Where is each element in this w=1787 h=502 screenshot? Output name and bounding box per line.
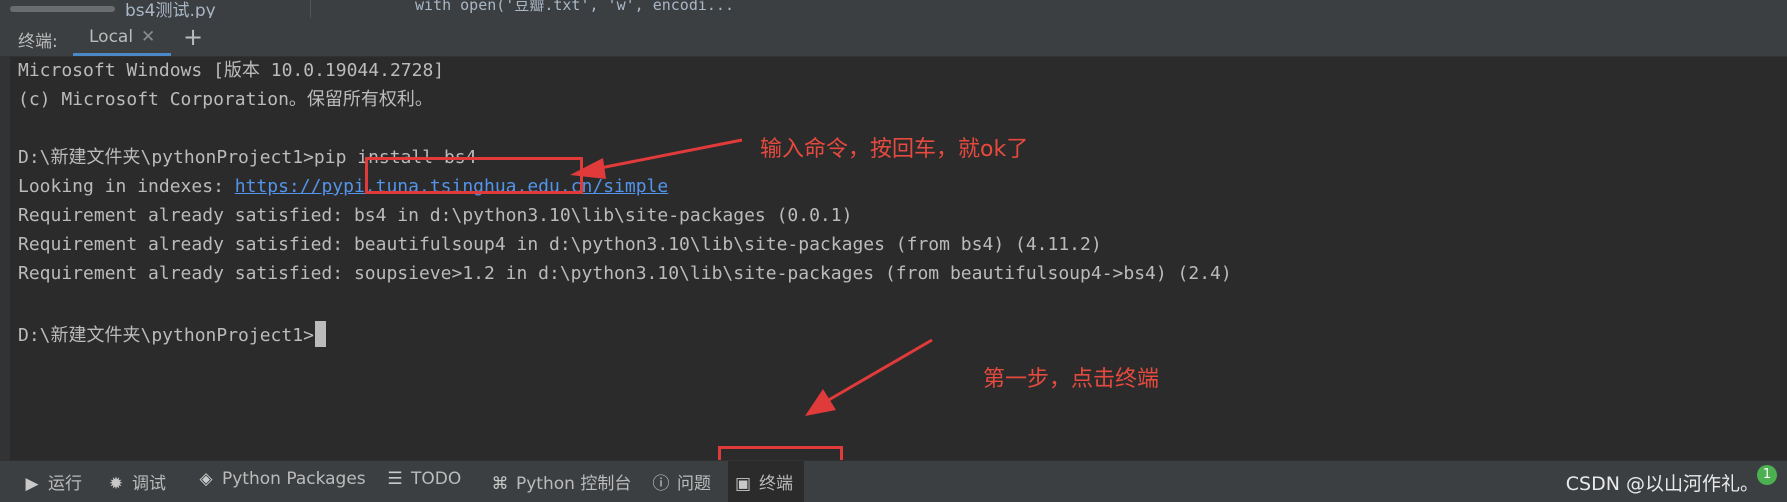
notification-badge[interactable]: 1 bbox=[1757, 465, 1777, 485]
index-prefix: Looking in indexes: bbox=[18, 176, 235, 197]
python-packages-label: Python Packages bbox=[222, 469, 366, 489]
text-cursor bbox=[314, 321, 326, 347]
list-icon: ☰ bbox=[387, 469, 403, 489]
bug-icon: ✹ bbox=[108, 474, 124, 494]
active-tab-underline bbox=[73, 53, 171, 56]
top-strip: bs4测试.py with open('豆瓣.txt', 'w', encodi… bbox=[0, 0, 1787, 18]
editor-tab-blur bbox=[10, 6, 115, 12]
editor-code-snippet: with open('豆瓣.txt', 'w', encodi... bbox=[415, 0, 734, 14]
terminal-line: (c) Microsoft Corporation。保留所有权利。 bbox=[18, 89, 433, 110]
problems-button[interactable]: ⓘ 问题 bbox=[651, 469, 712, 494]
todo-label: TODO bbox=[411, 469, 462, 489]
terminal-icon: ▣ bbox=[734, 474, 752, 494]
divider bbox=[310, 0, 311, 18]
python-console-label: Python 控制台 bbox=[516, 474, 632, 494]
run-tool-button[interactable]: ▶ 运行 bbox=[22, 469, 82, 494]
debug-label: 调试 bbox=[132, 474, 166, 494]
python-console-button[interactable]: ⌘ Python 控制台 bbox=[490, 469, 632, 494]
terminal-label-bottom: 终端 bbox=[759, 474, 793, 494]
terminal-line: Requirement already satisfied: beautiful… bbox=[18, 234, 1102, 255]
python-icon: ⌘ bbox=[491, 474, 509, 494]
terminal-line: Microsoft Windows [版本 10.0.19044.2728] bbox=[18, 60, 445, 81]
python-packages-button[interactable]: ◈ Python Packages bbox=[196, 469, 366, 493]
bottom-tool-window-bar: ▶ 运行 ✹ 调试 ◈ Python Packages ☰ TODO ⌘ Python 控… bbox=[0, 460, 1787, 502]
terminal-tab-bar: 终端: Local ✕ + bbox=[0, 18, 1787, 57]
prompt-text: D:\新建文件夹\pythonProject1> bbox=[18, 325, 314, 346]
terminal-line: Requirement already satisfied: bs4 in d:… bbox=[18, 205, 853, 226]
editor-file-tab[interactable]: bs4测试.py bbox=[125, 0, 216, 18]
todo-button[interactable]: ☰ TODO bbox=[385, 469, 461, 493]
annotation-command: 输入命令，按回车，就ok了 bbox=[760, 137, 1029, 162]
terminal-prompt-line[interactable]: D:\新建文件夹\pythonProject1> bbox=[18, 321, 326, 347]
terminal-label: 终端: bbox=[18, 32, 58, 52]
run-label: 运行 bbox=[48, 474, 82, 494]
command-highlight-box bbox=[365, 157, 583, 194]
close-icon[interactable]: ✕ bbox=[141, 27, 155, 47]
warning-icon: ⓘ bbox=[652, 474, 670, 494]
tab-local-label: Local bbox=[89, 27, 134, 47]
tab-local[interactable]: Local ✕ bbox=[73, 18, 171, 56]
csdn-watermark: CSDN @以山河作礼。 bbox=[1565, 473, 1759, 495]
terminal-output[interactable]: Microsoft Windows [版本 10.0.19044.2728] (… bbox=[18, 60, 1778, 458]
terminal-line: Requirement already satisfied: soupsieve… bbox=[18, 263, 1232, 284]
layers-icon: ◈ bbox=[199, 469, 213, 489]
annotation-step: 第一步，点击终端 bbox=[983, 367, 1160, 392]
side-gutter bbox=[0, 56, 10, 460]
add-terminal-button[interactable]: + bbox=[183, 23, 203, 51]
debug-tool-button[interactable]: ✹ 调试 bbox=[106, 469, 166, 494]
problems-label: 问题 bbox=[677, 474, 711, 494]
play-icon: ▶ bbox=[25, 474, 39, 494]
terminal-tool-button[interactable]: ▣ 终端 bbox=[733, 469, 793, 494]
